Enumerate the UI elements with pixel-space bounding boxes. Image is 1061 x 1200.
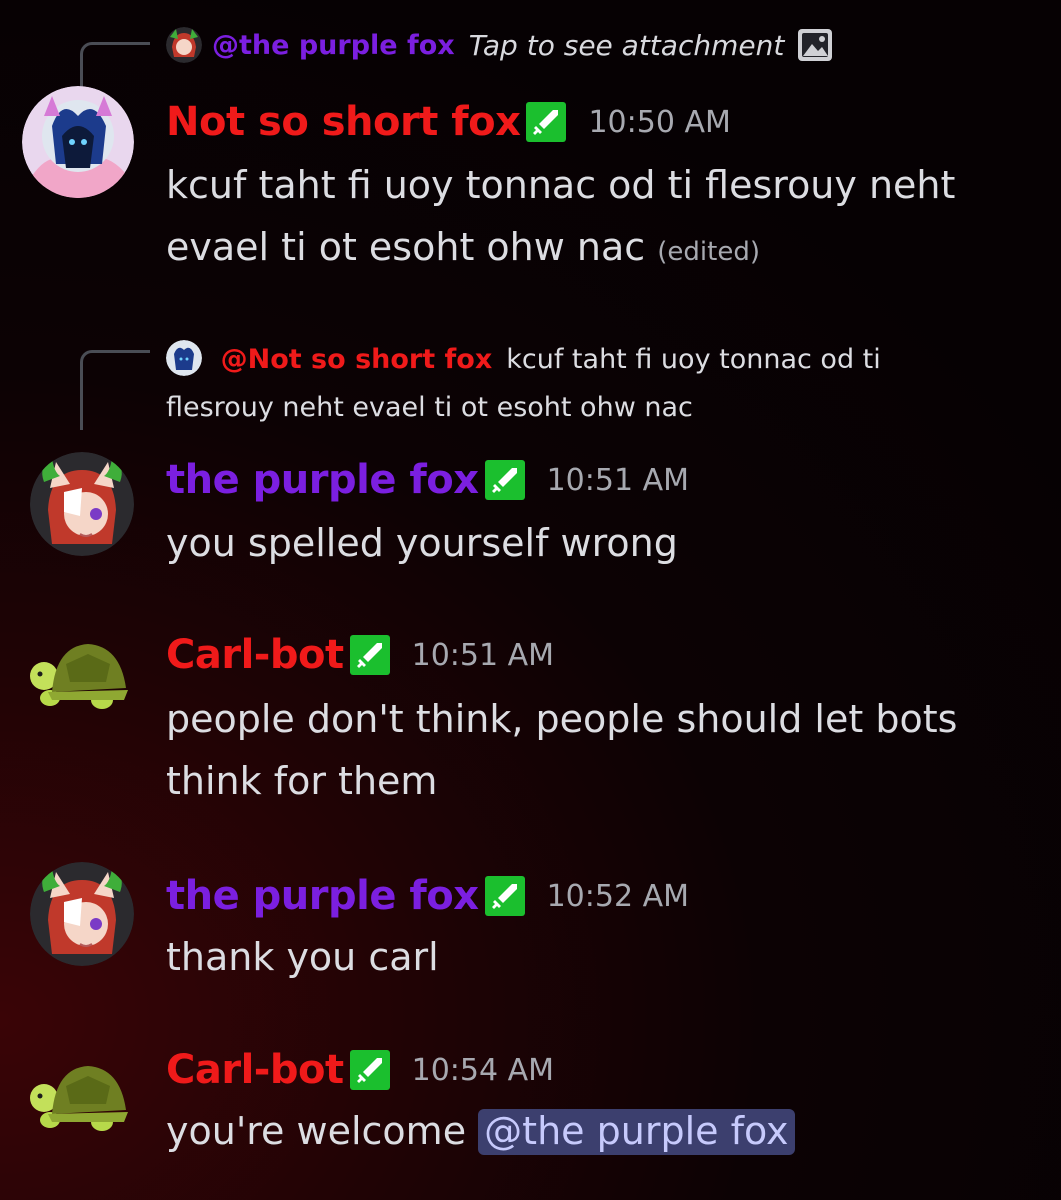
reply-connector <box>80 350 150 430</box>
turtle-avatar[interactable] <box>22 630 132 720</box>
fox-girl-avatar[interactable] <box>30 452 134 556</box>
reply-mention-name[interactable]: @the purple fox <box>212 30 455 61</box>
timestamp: 10:51 AM <box>546 462 689 498</box>
turtle-avatar[interactable] <box>22 1052 132 1142</box>
fox-girl-avatar[interactable] <box>30 862 134 966</box>
reply-attachment-text[interactable]: Tap to see attachment <box>469 29 785 62</box>
message-content: people don't think, people should let bo… <box>166 688 1026 812</box>
reply-preview[interactable]: @the purple fox Tap to see attachment <box>166 25 833 65</box>
timestamp: 10:52 AM <box>546 878 689 914</box>
message-content: you spelled yourself wrong <box>166 512 1026 574</box>
message-text: you're welcome <box>166 1109 467 1153</box>
username[interactable]: Carl-bot <box>166 632 344 678</box>
chat-log: @the purple fox Tap to see attachment No… <box>0 0 1061 1200</box>
reply-mention-name[interactable]: @Not so short fox <box>221 344 493 375</box>
edited-label: (edited) <box>657 237 760 267</box>
image-icon <box>798 29 833 61</box>
username[interactable]: Not so short fox <box>166 99 521 145</box>
sword-badge-icon <box>484 876 525 916</box>
sword-badge-icon <box>349 635 390 675</box>
blue-fox-avatar[interactable] <box>166 339 202 376</box>
timestamp: 10:54 AM <box>411 1052 555 1088</box>
message-header: Not so short fox 10:50 AM <box>166 94 731 150</box>
message-content: thank you carl <box>166 926 1026 988</box>
message-header: Carl-bot 10:54 AM <box>166 1042 554 1098</box>
username[interactable]: the purple fox <box>166 873 479 919</box>
username[interactable]: Carl-bot <box>166 1047 344 1093</box>
blue-fox-avatar[interactable] <box>22 86 134 198</box>
message-header: the purple fox 10:52 AM <box>166 868 689 924</box>
message-content: kcuf taht fi uoy tonnac od ti flesrouy n… <box>166 154 1026 283</box>
sword-badge-icon <box>349 1050 390 1090</box>
sword-badge-icon <box>526 102 567 142</box>
reply-preview[interactable]: @Not so short fox kcuf taht fi uoy tonnac… <box>166 336 986 432</box>
sword-badge-icon <box>484 460 525 500</box>
message-text: kcuf taht fi uoy tonnac od ti flesrouy n… <box>166 163 956 269</box>
message-text: people don't think, people should let bo… <box>166 697 958 803</box>
message-text: you spelled yourself wrong <box>166 521 678 565</box>
message-content: you're welcome @the purple fox <box>166 1100 1026 1162</box>
message-header: the purple fox 10:51 AM <box>166 452 689 508</box>
message-header: Carl-bot 10:51 AM <box>166 627 554 683</box>
username[interactable]: the purple fox <box>166 457 479 503</box>
fox-girl-avatar[interactable] <box>166 27 202 63</box>
timestamp: 10:50 AM <box>588 104 731 140</box>
user-mention[interactable]: @the purple fox <box>478 1109 795 1155</box>
timestamp: 10:51 AM <box>411 637 555 673</box>
message-text: thank you carl <box>166 935 439 979</box>
